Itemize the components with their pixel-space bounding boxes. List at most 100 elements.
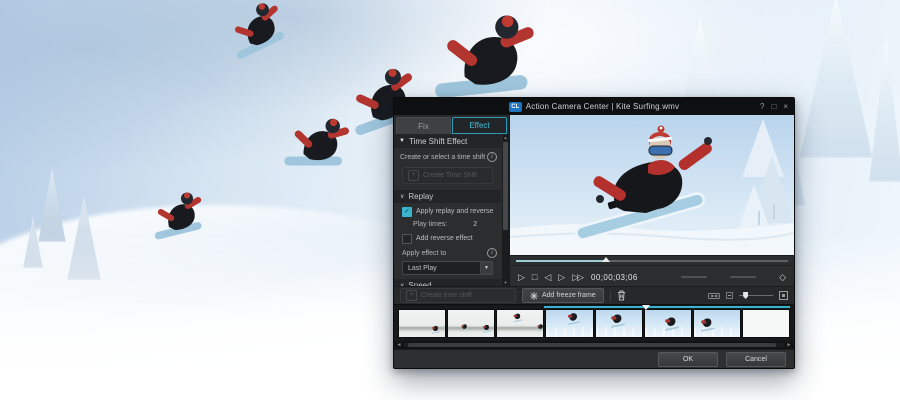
quality-settings-icon[interactable]: ◇	[779, 272, 786, 283]
close-button[interactable]: ×	[783, 103, 788, 111]
action-camera-center-window: CL Action Camera Center | Kite Surfing.w…	[393, 97, 795, 369]
filmstrip-frame[interactable]	[398, 309, 446, 338]
snowboarder-figure	[568, 314, 580, 325]
fit-timeline-icon[interactable]	[708, 292, 720, 300]
filmstrip-timeline[interactable]	[394, 304, 794, 341]
tab-fix[interactable]: Fix	[396, 117, 451, 134]
snowboarder-figure	[432, 326, 440, 333]
play-times-value[interactable]: 2	[473, 221, 477, 228]
cyberlink-logo-icon: CL	[509, 102, 522, 112]
marketing-banner: CL Action Camera Center | Kite Surfing.w…	[0, 0, 900, 400]
ok-button[interactable]: OK	[658, 352, 718, 367]
help-button[interactable]: ?	[760, 103, 764, 111]
scrollbar-thumb[interactable]	[503, 142, 508, 230]
fast-forward-button[interactable]: ▷▷	[572, 273, 582, 282]
filmstrip-frame[interactable]	[496, 309, 544, 338]
maximize-button[interactable]: □	[771, 103, 776, 111]
scrollbar-thumb[interactable]	[408, 343, 777, 347]
titlebar[interactable]: CL Action Camera Center | Kite Surfing.w…	[394, 98, 794, 115]
snowboarder-figure	[220, 0, 297, 75]
apply-replay-label: Apply replay and reverse	[416, 208, 493, 215]
scroll-down-icon[interactable]: ▼	[502, 279, 509, 286]
snowboarder-figure	[537, 324, 544, 330]
transport-controls: ▷ □ ◁ ▷ ▷▷ 00;00;03;06 ◇	[510, 265, 794, 288]
scroll-left-icon[interactable]: ◄	[396, 343, 402, 348]
time-shift-effect-header[interactable]: ▼ Time Shift Effect	[394, 134, 501, 148]
timecode: 00;00;03;06	[591, 273, 638, 282]
snowboarder-figure	[461, 324, 468, 330]
scroll-right-icon[interactable]: ►	[786, 343, 792, 348]
seek-track[interactable]	[516, 260, 788, 262]
zoom-out-icon[interactable]	[726, 292, 733, 299]
disabled-control	[681, 276, 707, 278]
toolbar-separator	[610, 290, 611, 301]
chevron-down-icon: ∨	[400, 282, 404, 286]
filmstrip-frame[interactable]	[545, 309, 593, 338]
snowboarder-figure	[483, 325, 491, 332]
add-freeze-frame-button[interactable]: Add freeze frame	[522, 288, 604, 303]
effect-settings-panel: Fix Effect ▼ Time Shift Effect Create or…	[394, 115, 510, 286]
apply-effect-label: Apply effect to	[400, 250, 446, 257]
apply-effect-value: Last Play	[408, 265, 437, 272]
timeline-playhead[interactable]	[642, 305, 650, 310]
tab-effect[interactable]: Effect	[452, 117, 507, 134]
add-reverse-checkbox[interactable]	[402, 234, 412, 244]
scrollbar-track[interactable]	[404, 343, 784, 347]
filmstrip-frame[interactable]	[447, 309, 495, 338]
info-icon[interactable]: i	[487, 248, 497, 258]
seek-bar[interactable]	[510, 255, 794, 265]
dialog-footer: OK Cancel	[394, 349, 794, 368]
next-frame-button[interactable]: ▷	[558, 273, 565, 282]
add-reverse-row: Add reverse effect	[394, 232, 501, 245]
seek-thumb[interactable]	[602, 257, 610, 262]
filmstrip-frame[interactable]	[742, 309, 790, 338]
speed-header-label: Speed	[408, 281, 431, 286]
apply-replay-row: ✓ Apply replay and reverse	[394, 205, 501, 218]
section-title: Time Shift Effect	[409, 137, 467, 146]
apply-replay-checkbox[interactable]: ✓	[402, 207, 412, 217]
timeline-scrollbar[interactable]: ◄ ►	[394, 341, 794, 349]
panel-scrollbar[interactable]: ▲ ▼	[502, 134, 509, 286]
stop-button[interactable]: □	[532, 273, 537, 282]
cancel-button[interactable]: Cancel	[726, 352, 786, 367]
seek-progress	[516, 260, 606, 262]
zoom-in-icon[interactable]	[779, 291, 788, 300]
add-freeze-frame-label: Add freeze frame	[542, 292, 596, 299]
chevron-down-icon: ∨	[400, 193, 404, 200]
snowboarder-figure	[665, 317, 679, 329]
apply-effect-dropdown[interactable]: Last Play ▼	[402, 261, 493, 275]
replay-section-header[interactable]: ∨ Replay	[394, 190, 501, 203]
snowboarder-figure	[701, 318, 715, 330]
filmstrip-frame[interactable]	[595, 309, 643, 338]
create-time-shift-toolbar-button-disabled[interactable]: + Create time shift	[400, 288, 516, 303]
disabled-control	[730, 276, 756, 278]
time-shift-selection-range[interactable]	[544, 306, 790, 308]
delete-trash-icon[interactable]	[617, 290, 626, 301]
play-button[interactable]: ▷	[518, 273, 525, 282]
scroll-up-icon[interactable]: ▲	[502, 134, 509, 141]
window-title: Action Camera Center | Kite Surfing.wmv	[526, 102, 680, 111]
apply-effect-row: Apply effect to i	[394, 246, 501, 260]
filmstrip-frame[interactable]	[644, 309, 692, 338]
create-time-shift-button-disabled[interactable]: + Create Time Shift	[402, 167, 493, 184]
video-preview[interactable]	[510, 115, 794, 255]
info-icon[interactable]: i	[487, 152, 497, 162]
speed-section-header[interactable]: ∨ Speed	[394, 279, 501, 286]
create-hint-row: Create or select a time shift i	[394, 148, 501, 166]
window-controls: ? □ ×	[760, 98, 788, 115]
zoom-slider-handle[interactable]	[743, 292, 748, 299]
play-times-row: Play times: 2	[394, 218, 501, 230]
panel-tabs: Fix Effect	[394, 115, 509, 134]
freeze-frame-icon	[530, 292, 538, 300]
previous-frame-button[interactable]: ◁	[544, 273, 551, 282]
snowboarder-figure	[148, 188, 208, 253]
plus-icon: +	[406, 290, 417, 301]
snowboarder-figure	[513, 313, 522, 321]
create-time-shift-toolbar-label: Create time shift	[421, 292, 472, 299]
timeline-zoom-slider[interactable]	[739, 291, 773, 300]
filmstrip-frame[interactable]	[693, 309, 741, 338]
play-times-label: Play times:	[413, 221, 447, 228]
collapse-triangle-icon: ▼	[399, 138, 405, 144]
create-hint-label: Create or select a time shift	[400, 154, 485, 161]
snowboarder-figure	[611, 315, 625, 327]
